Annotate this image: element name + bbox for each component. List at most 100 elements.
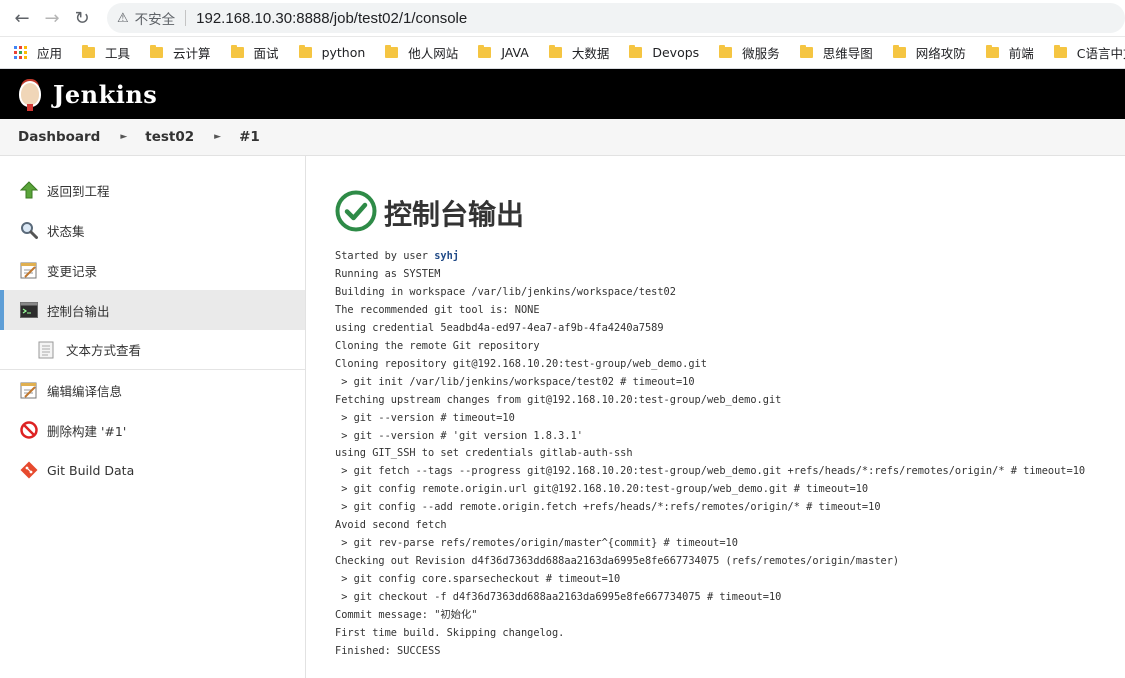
console-line: Commit message: "初始化" — [335, 609, 478, 622]
folder-icon — [548, 45, 562, 58]
insecure-label: 不安全 — [134, 12, 176, 28]
bookmark-label: 应用 — [37, 46, 63, 61]
folder-icon — [82, 45, 96, 58]
folder-icon — [629, 45, 643, 58]
bookmark-label: 微服务 — [742, 46, 780, 61]
bookmark-folder[interactable]: 面试 — [230, 43, 279, 62]
url-text[interactable]: 192.168.10.30:8888/job/test02/1/console — [196, 10, 467, 27]
bookmark-label: 工具 — [105, 46, 131, 61]
bookmark-folder[interactable]: 前端 — [985, 43, 1034, 62]
sidebar-item-edit-build-info[interactable]: 编辑编译信息 — [0, 370, 305, 410]
console-line: > git config remote.origin.url git@192.1… — [335, 483, 869, 496]
bookmark-folder[interactable]: 大数据 — [548, 43, 610, 62]
folder-icon — [1053, 45, 1067, 58]
console-line: > git fetch --tags --progress git@192.16… — [335, 465, 1086, 478]
bookmark-folder[interactable]: Devops — [629, 45, 699, 60]
console-line: Fetching upstream changes from git@192.1… — [335, 393, 782, 406]
back-arrow-icon[interactable]: ← — [7, 3, 37, 33]
bookmark-label: C语言中文网 — [1076, 46, 1125, 61]
bookmark-folder[interactable]: 工具 — [82, 43, 130, 62]
console-line: The recommended git tool is: NONE — [335, 303, 540, 316]
console-line: Avoid second fetch — [335, 519, 447, 532]
console-line: Cloning the remote Git repository — [335, 339, 540, 352]
bookmark-label: 他人网站 — [408, 46, 459, 61]
bookmark-label: 网络攻防 — [915, 46, 966, 61]
breadcrumb-chevron-icon: ► — [214, 132, 222, 142]
bookmark-folder[interactable]: 网络攻防 — [892, 43, 966, 62]
breadcrumb-job[interactable]: test02 — [145, 129, 194, 145]
bookmark-folder[interactable]: 他人网站 — [385, 43, 458, 62]
console-line: Finished: SUCCESS — [335, 644, 441, 657]
console-line: using GIT_SSH to set credentials gitlab-… — [335, 447, 633, 460]
no-entry-icon — [19, 420, 39, 440]
folder-icon — [298, 45, 312, 58]
bookmark-label: python — [321, 45, 366, 60]
folder-icon — [892, 45, 906, 58]
jenkins-butler-icon[interactable] — [17, 77, 43, 111]
folder-icon — [799, 45, 813, 58]
sidebar-item-delete-build[interactable]: 删除构建 '#1' — [0, 410, 305, 450]
sidebar-item-status[interactable]: 状态集 — [0, 210, 305, 250]
console-user-link[interactable]: syhj — [434, 250, 459, 262]
console-line: Running as SYSTEM — [335, 267, 441, 280]
sidebar-item-label: Git Build Data — [47, 462, 135, 478]
bookmark-label: 面试 — [253, 46, 279, 61]
bookmark-label: JAVA — [501, 45, 529, 60]
bookmark-label: 大数据 — [571, 46, 610, 61]
console-line: Cloning repository git@192.168.10.20:tes… — [335, 357, 707, 370]
sidebar-item-back-to-project[interactable]: 返回到工程 — [0, 170, 305, 210]
bookmark-label: 思维导图 — [822, 46, 873, 61]
console-line: > git init /var/lib/jenkins/workspace/te… — [335, 375, 695, 388]
folder-icon — [385, 45, 399, 58]
up-arrow-icon — [19, 180, 39, 200]
git-icon — [19, 460, 39, 480]
bookmark-folder[interactable]: 思维导图 — [799, 43, 873, 62]
breadcrumb-build[interactable]: #1 — [239, 129, 260, 145]
folder-icon — [230, 45, 244, 58]
bookmark-label: 前端 — [1008, 46, 1034, 61]
warning-icon: ⚠ — [117, 10, 129, 26]
bookmark-folder[interactable]: 云计算 — [150, 43, 211, 62]
notepad-icon — [19, 380, 39, 400]
folder-icon — [719, 45, 733, 58]
sidebar-item-label: 状态集 — [47, 223, 85, 239]
magnifier-icon — [19, 220, 39, 240]
page-title-text: 控制台输出 — [384, 198, 525, 231]
bookmark-folder[interactable]: 微服务 — [719, 43, 780, 62]
sidebar-item-git-build-data[interactable]: Git Build Data — [0, 450, 305, 490]
console-line: > git --version # timeout=10 — [335, 411, 515, 424]
sidebar-item-label: 控制台输出 — [47, 303, 110, 319]
reload-icon[interactable]: ↻ — [67, 3, 97, 33]
breadcrumb-chevron-icon: ► — [120, 132, 128, 142]
bookmark-label: 云计算 — [173, 46, 211, 61]
jenkins-header: Jenkins — [0, 69, 1125, 119]
folder-icon — [985, 45, 999, 58]
document-icon — [36, 340, 56, 360]
sidebar-item-console-output[interactable]: 控制台输出 — [0, 290, 305, 330]
sidebar-item-label: 变更记录 — [47, 263, 98, 279]
sidebar: 返回到工程 状态集 变更记录 控制台输出 文本方式查看 编辑编译信息 删除构建 … — [0, 156, 306, 678]
address-bar[interactable]: ⚠ 不安全 192.168.10.30:8888/job/test02/1/co… — [107, 3, 1125, 33]
forward-arrow-icon[interactable]: → — [37, 3, 67, 33]
bookmark-folder[interactable]: JAVA — [478, 45, 529, 60]
sidebar-item-label: 返回到工程 — [47, 183, 110, 199]
bookmark-folder[interactable]: C语言中文网 — [1053, 43, 1125, 62]
sidebar-item-changes[interactable]: 变更记录 — [0, 250, 305, 290]
bookmarks-bar: 应用 工具 云计算 面试 python 他人网站 JAVA 大数据 Devops… — [0, 37, 1125, 69]
breadcrumb: Dashboard ► test02 ► #1 — [0, 119, 1125, 156]
success-check-icon — [335, 190, 377, 236]
notepad-icon — [19, 260, 39, 280]
console-line: Started by user syhj — [335, 248, 1125, 266]
bookmark-folder[interactable]: python — [298, 45, 366, 60]
console-line: > git config --add remote.origin.fetch +… — [335, 501, 881, 514]
sidebar-item-label: 删除构建 '#1' — [47, 423, 127, 439]
jenkins-title[interactable]: Jenkins — [53, 80, 157, 109]
main-content: 控制台输出 Started by user syhj Running as SYS… — [306, 156, 1125, 678]
terminal-icon — [19, 300, 39, 320]
bookmark-apps[interactable]: 应用 — [14, 43, 62, 62]
console-line: First time build. Skipping changelog. — [335, 627, 565, 640]
sidebar-item-view-as-plain-text[interactable]: 文本方式查看 — [0, 330, 305, 370]
breadcrumb-dashboard[interactable]: Dashboard — [18, 129, 100, 145]
omnibox-divider — [185, 10, 187, 26]
bookmark-label: Devops — [652, 45, 700, 60]
